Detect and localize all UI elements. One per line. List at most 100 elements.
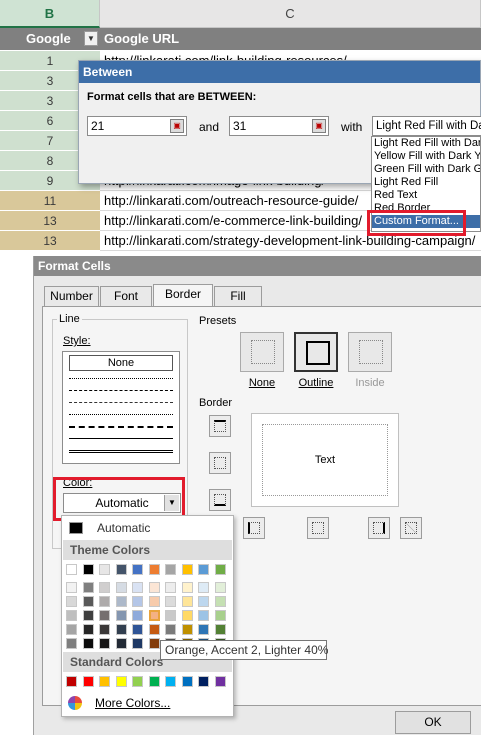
theme-color-swatch[interactable] <box>99 596 110 607</box>
theme-color-swatch[interactable] <box>165 624 176 635</box>
theme-color-swatch[interactable] <box>115 610 127 621</box>
theme-color-swatch[interactable] <box>165 610 176 621</box>
row-cell-google-rank[interactable]: 13 <box>0 211 100 231</box>
theme-color-swatch[interactable] <box>66 564 77 575</box>
theme-color-swatch[interactable] <box>198 564 209 575</box>
border-inside-vertical-button[interactable] <box>307 517 329 539</box>
column-header-c[interactable]: C <box>100 0 481 28</box>
theme-color-swatch[interactable] <box>115 564 127 575</box>
theme-color-swatch[interactable] <box>181 624 193 635</box>
range-picker-icon[interactable]: ▣ <box>312 119 326 133</box>
upper-bound-input[interactable]: 31 ▣ <box>229 116 329 136</box>
theme-color-swatch[interactable] <box>148 564 160 575</box>
line-style-option[interactable] <box>69 390 173 391</box>
theme-color-swatch[interactable] <box>66 638 77 649</box>
line-style-option[interactable] <box>69 414 173 415</box>
theme-color-swatch[interactable] <box>82 610 94 621</box>
lower-bound-input[interactable]: 21 ▣ <box>87 116 187 136</box>
theme-color-swatch[interactable] <box>115 624 127 635</box>
row-cell-google-rank[interactable]: 11 <box>0 191 100 211</box>
line-style-option[interactable] <box>69 438 173 439</box>
standard-color-swatch[interactable] <box>99 676 110 687</box>
theme-color-swatch[interactable] <box>115 582 127 593</box>
theme-color-swatch[interactable] <box>99 582 110 593</box>
theme-color-swatch[interactable] <box>165 564 176 575</box>
theme-color-swatch[interactable] <box>181 610 193 621</box>
theme-color-swatch[interactable] <box>214 596 226 607</box>
more-colors-button[interactable]: More Colors... <box>65 694 230 712</box>
theme-color-swatch[interactable] <box>99 610 110 621</box>
theme-color-swatch[interactable] <box>99 564 110 575</box>
theme-color-swatch[interactable] <box>198 582 209 593</box>
theme-color-swatch[interactable] <box>165 596 176 607</box>
line-style-option[interactable] <box>69 426 173 428</box>
theme-color-swatch[interactable] <box>66 610 77 621</box>
theme-color-swatch[interactable] <box>132 564 143 575</box>
automatic-color-option[interactable]: Automatic <box>65 519 230 537</box>
range-picker-icon[interactable]: ▣ <box>170 119 184 133</box>
column-header-b[interactable]: B <box>0 0 100 28</box>
theme-color-swatch[interactable] <box>99 624 110 635</box>
format-style-select[interactable]: Light Red Fill with Dark Red Text <box>372 116 481 136</box>
standard-color-swatch[interactable] <box>132 676 143 687</box>
theme-color-swatch[interactable] <box>99 638 110 649</box>
theme-color-swatch[interactable] <box>214 564 226 575</box>
tab-font[interactable]: Font <box>100 286 152 306</box>
theme-color-swatch[interactable] <box>132 624 143 635</box>
standard-color-swatch[interactable] <box>82 676 94 687</box>
theme-color-swatch[interactable] <box>165 582 176 593</box>
line-style-list[interactable]: None <box>62 351 180 464</box>
border-bottom-button[interactable] <box>209 489 231 511</box>
theme-color-swatch[interactable] <box>198 596 209 607</box>
theme-color-swatch[interactable] <box>148 596 160 607</box>
theme-color-swatch[interactable] <box>132 610 143 621</box>
border-diagonal-button[interactable] <box>400 517 422 539</box>
theme-color-swatch[interactable] <box>181 564 193 575</box>
theme-color-swatch[interactable] <box>115 638 127 649</box>
theme-color-swatch[interactable] <box>181 596 193 607</box>
filter-dropdown-icon[interactable]: ▼ <box>84 31 98 46</box>
theme-color-swatch[interactable] <box>132 582 143 593</box>
standard-color-swatch[interactable] <box>165 676 176 687</box>
format-option-green[interactable]: Green Fill with Dark Green Text <box>372 163 480 176</box>
theme-color-swatch[interactable] <box>132 596 143 607</box>
theme-color-swatch[interactable] <box>148 624 160 635</box>
format-option-light-red-dark-red[interactable]: Light Red Fill with Dark Red Text <box>372 137 480 150</box>
theme-color-swatch[interactable] <box>115 596 127 607</box>
format-option-yellow[interactable]: Yellow Fill with Dark Yellow Text <box>372 150 480 163</box>
border-preview[interactable]: Text <box>251 413 399 507</box>
standard-color-swatch[interactable] <box>148 676 160 687</box>
theme-color-swatch[interactable] <box>66 582 77 593</box>
theme-color-swatch[interactable] <box>82 564 94 575</box>
ok-button[interactable]: OK <box>395 711 471 734</box>
border-right-button[interactable] <box>368 517 390 539</box>
standard-color-swatch[interactable] <box>214 676 226 687</box>
theme-color-swatch[interactable] <box>82 638 94 649</box>
border-left-button[interactable] <box>243 517 265 539</box>
tab-border[interactable]: Border <box>153 284 213 307</box>
theme-color-swatch[interactable] <box>148 638 160 649</box>
theme-color-swatch[interactable] <box>198 624 209 635</box>
theme-color-swatch[interactable] <box>82 624 94 635</box>
theme-color-swatch[interactable] <box>148 610 160 621</box>
theme-color-swatch[interactable] <box>214 610 226 621</box>
header-cell-google-url[interactable]: Google URL <box>100 28 481 50</box>
border-top-button[interactable] <box>209 415 231 437</box>
tab-number[interactable]: Number <box>44 286 99 306</box>
preset-outline-button[interactable] <box>294 332 338 372</box>
border-inside-horizontal-button[interactable] <box>209 452 231 474</box>
tab-fill[interactable]: Fill <box>214 286 262 306</box>
standard-color-swatch[interactable] <box>198 676 209 687</box>
line-style-option[interactable] <box>69 402 173 403</box>
theme-color-swatch[interactable] <box>198 610 209 621</box>
line-style-option[interactable] <box>69 450 173 453</box>
theme-color-swatch[interactable] <box>148 582 160 593</box>
preset-none-button[interactable] <box>240 332 284 372</box>
theme-color-swatch[interactable] <box>181 582 193 593</box>
theme-color-swatch[interactable] <box>82 582 94 593</box>
line-style-none[interactable]: None <box>69 355 173 371</box>
standard-color-swatch[interactable] <box>181 676 193 687</box>
standard-color-swatch[interactable] <box>66 676 77 687</box>
theme-color-swatch[interactable] <box>214 624 226 635</box>
theme-color-swatch[interactable] <box>214 582 226 593</box>
